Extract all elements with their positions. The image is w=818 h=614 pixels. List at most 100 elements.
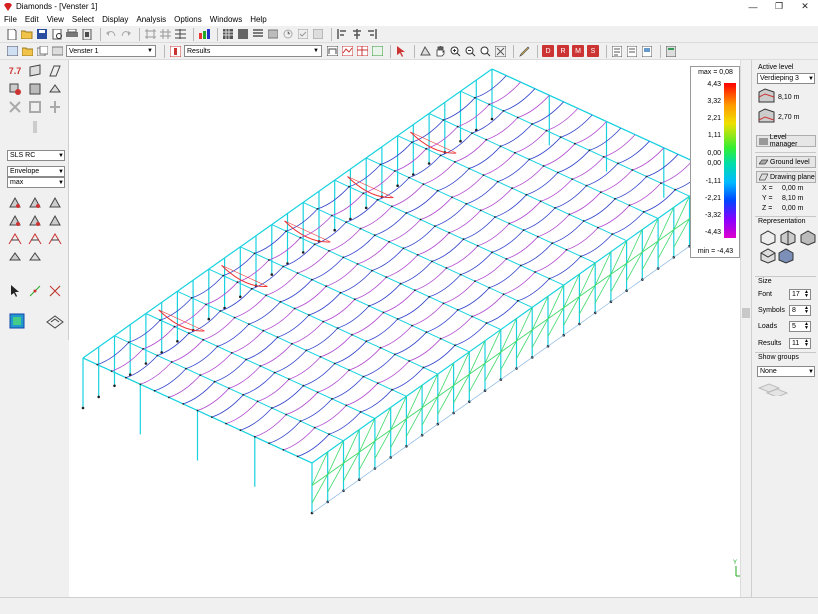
pan-hand-icon[interactable] (434, 45, 446, 57)
solid-view-icon[interactable] (780, 230, 796, 248)
sheet-icon[interactable] (237, 28, 249, 40)
report-c-icon[interactable] (641, 45, 653, 57)
view-open-icon[interactable] (21, 45, 33, 57)
deformation-icon[interactable] (48, 82, 62, 96)
save-icon[interactable] (36, 28, 48, 40)
zoom-out-icon[interactable] (464, 45, 476, 57)
column-icon[interactable] (28, 120, 42, 134)
menu-file[interactable]: File (4, 15, 17, 24)
results-diagram-icon[interactable] (341, 45, 353, 57)
stress-c-icon[interactable] (48, 232, 62, 246)
align-center-icon[interactable] (351, 28, 363, 40)
menu-options[interactable]: Options (174, 15, 202, 24)
plate-hatch-icon[interactable] (46, 312, 64, 330)
print-icon[interactable] (66, 28, 78, 40)
wireframe-view-icon[interactable] (760, 230, 776, 248)
display-r-icon[interactable]: R (557, 45, 569, 57)
moment-mx-icon[interactable] (8, 214, 22, 228)
menu-edit[interactable]: Edit (25, 15, 39, 24)
steel-check-icon[interactable] (297, 28, 309, 40)
menu-select[interactable]: Select (72, 15, 94, 24)
measure-pencil-icon[interactable] (518, 45, 530, 57)
results-size-input[interactable]: 11 ▲ ▼ (789, 338, 811, 349)
force-fy-icon[interactable] (28, 196, 42, 210)
connection-a-icon[interactable] (8, 100, 22, 114)
view-window-icon[interactable] (6, 45, 18, 57)
moment-my-icon[interactable] (28, 214, 42, 228)
close-button[interactable]: ✕ (792, 0, 818, 13)
grid-b-icon[interactable] (159, 28, 171, 40)
show-groups-select[interactable]: None ▼ (757, 366, 815, 377)
rotate-view-icon[interactable] (419, 45, 431, 57)
values-display-icon[interactable]: 7.7 (8, 64, 22, 78)
results-table-icon[interactable] (356, 45, 368, 57)
loads-size-input[interactable]: 5 ▲ ▼ (789, 321, 811, 332)
display-s-icon[interactable]: S (587, 45, 599, 57)
pointer-icon[interactable] (395, 45, 407, 57)
align-left-icon[interactable] (336, 28, 348, 40)
level-manager-button[interactable]: Level manager (756, 134, 816, 148)
grid-a-icon[interactable] (144, 28, 156, 40)
level-select[interactable]: Verdieping 3 ▼ (757, 73, 815, 84)
grid-c-icon[interactable] (174, 28, 186, 40)
undo-icon[interactable] (105, 28, 117, 40)
force-fz-icon[interactable] (48, 196, 62, 210)
select-arrow-icon[interactable] (8, 284, 22, 298)
scrollbar-thumb[interactable] (742, 308, 750, 318)
stress-e-icon[interactable] (28, 250, 42, 264)
zoom-window-icon[interactable] (479, 45, 491, 57)
envelope-select[interactable]: Envelope ▼ (7, 166, 65, 177)
history-icon[interactable] (282, 28, 294, 40)
max-min-select[interactable]: max ▼ (7, 177, 65, 188)
menu-display[interactable]: Display (102, 15, 128, 24)
menu-help[interactable]: Help (250, 15, 266, 24)
concrete-check-icon[interactable] (312, 28, 324, 40)
level-upper-icon[interactable] (758, 88, 776, 106)
table-icon[interactable] (222, 28, 234, 40)
plate-contour-icon[interactable] (8, 312, 26, 330)
group-layers-icon[interactable] (757, 382, 789, 398)
new-file-icon[interactable] (6, 28, 18, 40)
level-lower-icon[interactable] (758, 108, 776, 126)
menu-analysis[interactable]: Analysis (136, 15, 166, 24)
symbols-size-input[interactable]: 8 ▲ ▼ (789, 305, 811, 316)
view-delete-icon[interactable] (51, 45, 63, 57)
connection-b-icon[interactable] (28, 100, 42, 114)
connection-c-icon[interactable] (48, 100, 62, 114)
ground-level-button[interactable]: Ground level (756, 156, 816, 168)
redo-icon[interactable] (120, 28, 132, 40)
align-right-icon[interactable] (366, 28, 378, 40)
results-report-icon[interactable] (371, 45, 383, 57)
member-forces-icon[interactable] (28, 82, 42, 96)
section-view-icon[interactable] (760, 248, 776, 266)
report-a-icon[interactable] (611, 45, 623, 57)
shaded-view-icon[interactable] (778, 248, 794, 266)
report-b-icon[interactable] (626, 45, 638, 57)
load-combination-select[interactable]: SLS RC ▼ (7, 150, 65, 161)
open-folder-icon[interactable] (21, 28, 33, 40)
zoom-in-icon[interactable] (449, 45, 461, 57)
section-line-icon[interactable] (28, 284, 42, 298)
minimize-button[interactable]: — (740, 0, 766, 13)
folder-list-icon[interactable] (267, 28, 279, 40)
results-select[interactable]: Results ▼ (184, 45, 322, 57)
calculator-icon[interactable] (665, 45, 677, 57)
spinner-arrows-icon[interactable]: ▲ ▼ (804, 322, 809, 331)
beam-results-icon[interactable] (28, 64, 42, 78)
force-fx-icon[interactable] (8, 196, 22, 210)
stress-a-icon[interactable] (8, 232, 22, 246)
spinner-arrows-icon[interactable]: ▲ ▼ (804, 339, 809, 348)
moment-mz-icon[interactable] (48, 214, 62, 228)
rendered-view-icon[interactable] (800, 230, 816, 248)
zoom-extents-icon[interactable] (494, 45, 506, 57)
view-copy-icon[interactable] (36, 45, 48, 57)
structure-view-icon[interactable] (326, 45, 338, 57)
export-icon[interactable] (81, 28, 93, 40)
stress-d-icon[interactable] (8, 250, 22, 264)
display-d-icon[interactable]: D (542, 45, 554, 57)
spinner-arrows-icon[interactable]: ▲ ▼ (804, 306, 809, 315)
menu-windows[interactable]: Windows (210, 15, 242, 24)
reaction-icon[interactable] (8, 82, 22, 96)
plate-results-icon[interactable] (48, 64, 62, 78)
stress-b-icon[interactable] (28, 232, 42, 246)
